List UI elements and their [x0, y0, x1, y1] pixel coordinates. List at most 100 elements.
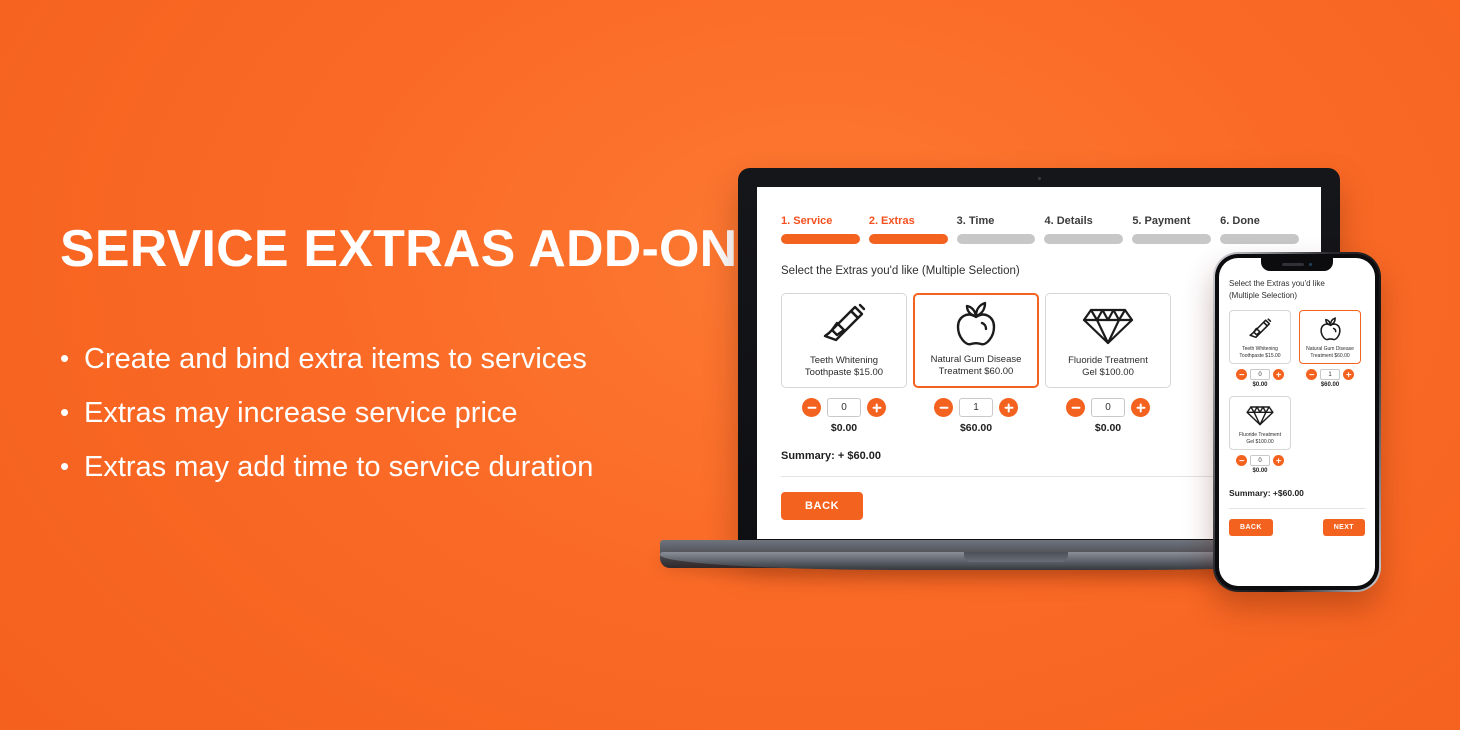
wizard-step-label: 5. Payment [1132, 215, 1191, 227]
wizard-nav-mobile: BACK NEXT [1229, 519, 1365, 537]
extra-card-label: Fluoride Treatment Gel $100.00 [1239, 432, 1281, 445]
wizard-step-label: 2. Extras [868, 215, 915, 227]
wizard-step-done[interactable]: 6. Done [1220, 215, 1299, 244]
wizard-step-progress [781, 234, 860, 244]
wizard-step-progress [1220, 234, 1299, 244]
extra-card-teeth-whitening-toothpaste[interactable]: Teeth Whitening Toothpaste $15.00 [781, 293, 907, 388]
bullet-point-icon: • [60, 342, 70, 373]
plus-circle-icon[interactable] [1131, 398, 1150, 417]
booking-wizard-mobile: Select the Extras you'd like (Multiple S… [1219, 258, 1375, 537]
toothpaste-tube-icon [782, 294, 906, 355]
diamond-icon [1046, 294, 1170, 355]
extra-card-label: Natural Gum Disease Treatment $60.00 [1306, 346, 1354, 359]
wizard-step-label: 3. Time [956, 215, 995, 227]
extras-summary-mobile: Summary: +$60.00 [1229, 488, 1304, 499]
wizard-step-time[interactable]: 3. Time [956, 215, 1036, 244]
minus-circle-icon[interactable] [934, 398, 953, 417]
wizard-step-progress [1044, 234, 1124, 244]
extras-prompt-mobile: Select the Extras you'd like (Multiple S… [1229, 279, 1325, 300]
bullet-point-icon: • [60, 396, 70, 427]
plus-circle-icon[interactable] [1273, 369, 1284, 381]
minus-circle-icon[interactable] [802, 398, 821, 417]
minus-circle-icon[interactable] [1236, 369, 1247, 381]
quantity-stepper: 0 [1066, 398, 1150, 417]
extra-card-fluoride-treatment-gel[interactable]: Fluoride Treatment Gel $100.00 [1045, 293, 1171, 388]
plus-circle-icon[interactable] [999, 398, 1018, 417]
extra-card-natural-gum-disease-treatment[interactable]: Natural Gum Disease Treatment $60.00 [913, 293, 1039, 388]
quantity-stepper: 0 [1229, 369, 1291, 381]
quantity-stepper: 1 [934, 398, 1018, 417]
list-item: • Extras may add time to service duratio… [60, 450, 700, 483]
wizard-step-progress [868, 234, 948, 244]
phone-screen: Select the Extras you'd like (Multiple S… [1219, 258, 1375, 586]
phone-camera-icon [1308, 262, 1313, 267]
list-item: • Create and bind extra items to service… [60, 342, 700, 375]
laptop-base-notch [964, 552, 1068, 562]
quantity-stepper-teeth-whitening-toothpaste: 0 $0.00 [781, 398, 907, 434]
wizard-step-extras[interactable]: 2. Extras [868, 215, 948, 244]
list-item-label: Create and bind extra items to services [84, 342, 587, 375]
extra-line-total: $0.00 [1252, 382, 1268, 389]
toothpaste-tube-icon [1246, 311, 1274, 346]
plus-circle-icon[interactable] [867, 398, 886, 417]
wizard-step-payment[interactable]: 5. Payment [1132, 215, 1212, 244]
extra-item-natural-gum-disease-treatment-mobile: Natural Gum Disease Treatment $60.00 1 $… [1299, 310, 1361, 388]
bullet-point-icon: • [60, 450, 70, 481]
extra-card-teeth-whitening-toothpaste[interactable]: Teeth Whitening Toothpaste $15.00 [1229, 310, 1291, 365]
minus-circle-icon[interactable] [1306, 369, 1317, 381]
quantity-input[interactable]: 0 [1250, 369, 1270, 381]
extra-line-total: $0.00 [1094, 422, 1122, 434]
quantity-stepper: 0 [1229, 455, 1291, 467]
hero-copy: SERVICE EXTRAS ADD-ON • Create and bind … [60, 220, 738, 507]
back-button[interactable]: BACK [781, 492, 864, 520]
divider [1229, 508, 1365, 510]
quantity-input[interactable]: 0 [827, 398, 861, 417]
extra-line-total: $0.00 [830, 422, 858, 434]
extra-line-total: $60.00 [959, 422, 993, 434]
wizard-step-service[interactable]: 1. Service [781, 215, 860, 244]
extra-item-teeth-whitening-toothpaste-mobile: Teeth Whitening Toothpaste $15.00 0 $0.0… [1229, 310, 1291, 388]
extra-card-natural-gum-disease-treatment[interactable]: Natural Gum Disease Treatment $60.00 [1299, 310, 1361, 365]
wizard-step-label: 4. Details [1044, 215, 1093, 227]
wizard-step-progress [1132, 234, 1212, 244]
quantity-input[interactable]: 0 [1250, 455, 1270, 467]
quantity-stepper: 0 [802, 398, 886, 417]
quantity-input[interactable]: 1 [959, 398, 993, 417]
phone-speaker-icon [1281, 263, 1304, 266]
list-item-label: Extras may add time to service duration [84, 450, 594, 483]
plus-circle-icon[interactable] [1343, 369, 1354, 381]
list-item: • Extras may increase service price [60, 396, 700, 429]
extra-line-total: $0.00 [1252, 468, 1268, 475]
apple-icon [1318, 311, 1343, 346]
extra-card-fluoride-treatment-gel[interactable]: Fluoride Treatment Gel $100.00 [1229, 396, 1291, 451]
apple-icon [915, 295, 1037, 354]
next-button[interactable]: NEXT [1322, 519, 1365, 537]
extras-card-grid-mobile: Teeth Whitening Toothpaste $15.00 0 $0.0… [1229, 310, 1365, 474]
wizard-step-label: 1. Service [781, 215, 833, 227]
phone-notch [1261, 258, 1333, 271]
wizard-step-bar: 1. Service 2. Extras 3. Time 4. Details … [781, 215, 1299, 244]
extra-item-fluoride-treatment-gel-mobile: Fluoride Treatment Gel $100.00 0 $0.00 [1229, 396, 1291, 474]
extra-card-label: Natural Gum Disease Treatment $60.00 [930, 353, 1022, 377]
phone-mockup: Select the Extras you'd like (Multiple S… [1213, 252, 1381, 592]
extra-card-label: Teeth Whitening Toothpaste $15.00 [804, 354, 884, 378]
feature-bullet-list: • Create and bind extra items to service… [60, 342, 700, 483]
diamond-icon [1245, 397, 1275, 432]
quantity-input[interactable]: 0 [1091, 398, 1125, 417]
wizard-step-label: 6. Done [1220, 215, 1260, 227]
quantity-stepper: 1 [1299, 369, 1361, 381]
page-title: SERVICE EXTRAS ADD-ON [60, 220, 738, 278]
list-item-label: Extras may increase service price [84, 396, 518, 429]
wizard-step-progress [956, 234, 1036, 244]
quantity-stepper-natural-gum-disease-treatment: 1 $60.00 [913, 398, 1039, 434]
minus-circle-icon[interactable] [1236, 455, 1247, 467]
back-button[interactable]: BACK [1229, 519, 1273, 537]
quantity-stepper-fluoride-treatment-gel: 0 $0.00 [1045, 398, 1171, 434]
extra-card-label: Teeth Whitening Toothpaste $15.00 [1239, 346, 1281, 359]
wizard-step-details[interactable]: 4. Details [1044, 215, 1124, 244]
laptop-webcam-icon [1037, 177, 1041, 180]
plus-circle-icon[interactable] [1273, 455, 1284, 467]
extra-line-total: $60.00 [1320, 382, 1340, 389]
quantity-input[interactable]: 1 [1320, 369, 1340, 381]
minus-circle-icon[interactable] [1066, 398, 1085, 417]
